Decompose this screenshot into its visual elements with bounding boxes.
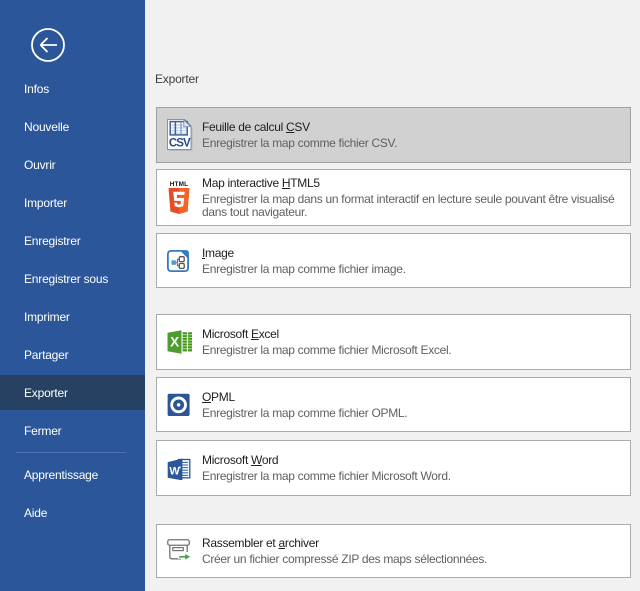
svg-text:W: W	[169, 466, 180, 478]
svg-text:X: X	[170, 334, 179, 349]
svg-text:HTML: HTML	[170, 181, 189, 188]
svg-text:CSV: CSV	[169, 138, 191, 150]
